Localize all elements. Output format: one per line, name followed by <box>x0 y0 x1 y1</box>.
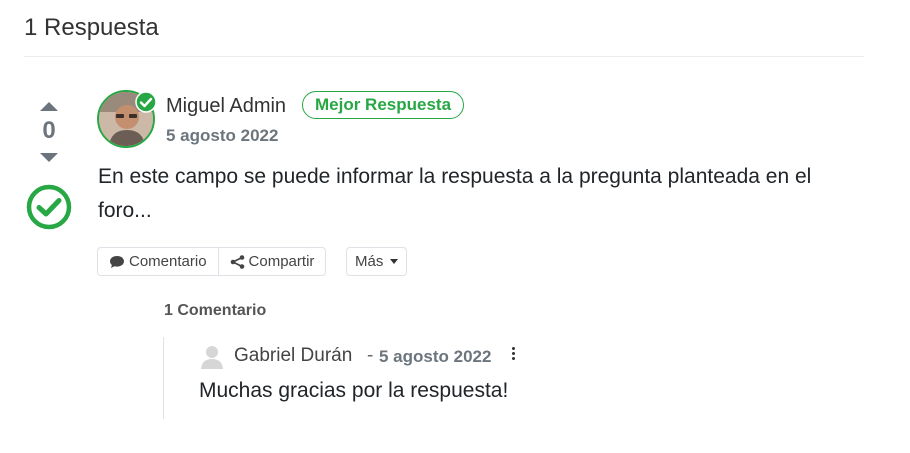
comment-text: Muchas gracias por la respuesta! <box>199 379 509 402</box>
share-button[interactable]: Compartir <box>218 247 327 276</box>
comments-count: 1 Comentario <box>164 302 267 319</box>
author-name[interactable]: Miguel Admin <box>166 95 286 118</box>
vote-column: 0 <box>26 96 72 235</box>
comment-button[interactable]: Comentario <box>97 247 219 276</box>
comment-menu-icon[interactable] <box>508 347 518 363</box>
accepted-check-icon <box>26 184 72 235</box>
more-button-label: Más <box>355 253 384 270</box>
chevron-down-icon <box>390 259 399 264</box>
vote-down-icon[interactable] <box>40 153 58 162</box>
answer-actions: Comentario Compartir <box>97 247 327 276</box>
share-nodes-icon <box>230 254 244 269</box>
more-dropdown-button[interactable]: Más <box>346 247 408 276</box>
speech-bubble-icon <box>110 255 124 268</box>
answer-body: En este campo se puede informar la respu… <box>98 165 812 222</box>
comment-thread-rule <box>163 337 164 419</box>
user-placeholder-icon <box>201 345 223 374</box>
comment-date: 5 agosto 2022 <box>379 347 492 366</box>
vote-up-icon[interactable] <box>40 102 58 111</box>
author-avatar[interactable] <box>97 90 157 148</box>
verified-check-icon <box>135 91 157 118</box>
share-button-label: Compartir <box>248 253 315 270</box>
comment-separator: - <box>367 345 374 366</box>
header-divider <box>24 56 864 57</box>
comment-button-label: Comentario <box>129 253 207 270</box>
comment-author[interactable]: Gabriel Durán <box>234 345 352 367</box>
vote-count: 0 <box>42 117 56 144</box>
best-answer-badge: Mejor Respuesta <box>302 91 465 119</box>
answers-header: 1 Respuesta <box>24 14 159 41</box>
post-date: 5 agosto 2022 <box>166 126 279 145</box>
